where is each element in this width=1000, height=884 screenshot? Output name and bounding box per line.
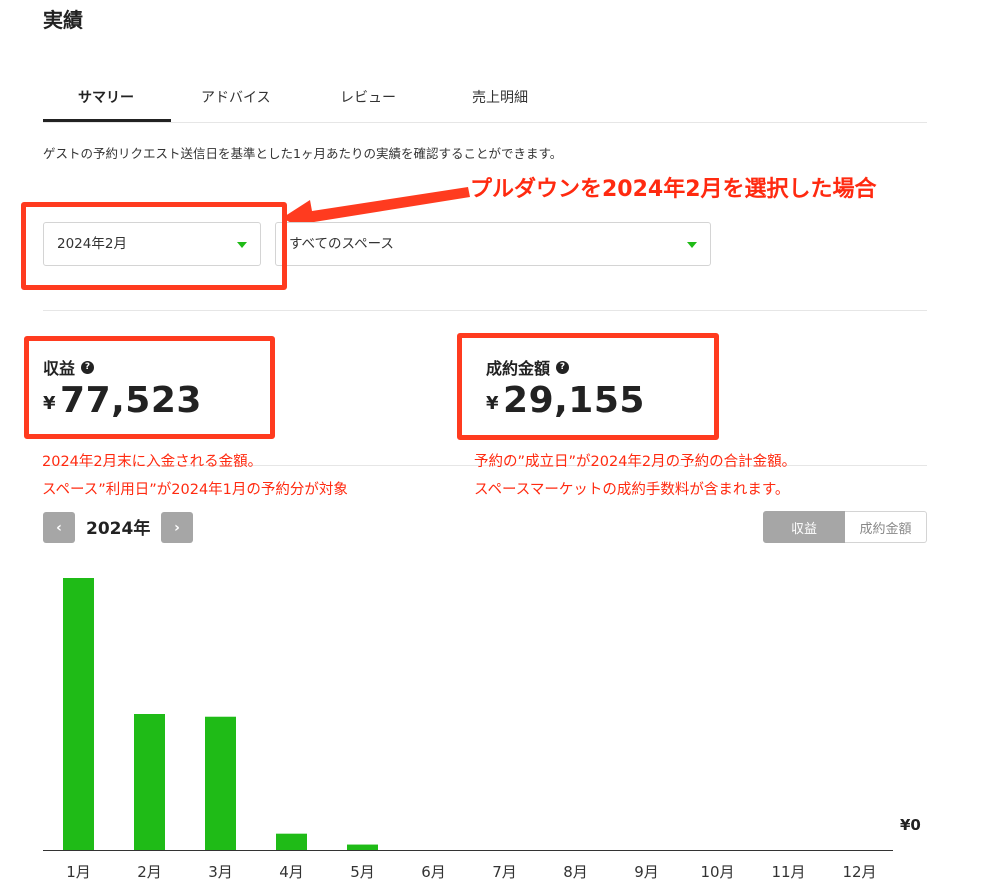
chart-bar-4 [276,833,307,850]
chevron-down-icon [687,242,697,248]
y-baseline-label: ¥0 [900,816,921,834]
tab-bar: サマリー アドバイス レビュー 売上明細 [43,76,927,123]
next-year-button[interactable]: › [161,512,193,543]
tab-advice[interactable]: アドバイス [201,87,271,107]
annotation-highlight-month [21,202,287,290]
active-tab-indicator [43,119,171,122]
x-tick-label: 10月 [700,863,734,881]
chart-bar-1 [63,578,94,850]
space-select[interactable]: すべてのスペース [275,222,711,266]
annotation-highlight-revenue [24,336,275,439]
x-tick-label: 5月 [350,863,375,881]
x-tick-label: 6月 [421,863,446,881]
chevron-right-icon: › [174,519,180,536]
revenue-bar-chart: 1月 2月 3月 4月 5月 6月 7月 8月 9月 10月 11月 12月 ¥0 [43,578,921,881]
space-select-value: すべてのスペース [289,236,394,252]
page-description: ゲストの予約リクエスト送信日を基準とした1ヶ月あたりの実績を確認することができま… [43,146,563,161]
x-tick-label: 12月 [842,863,876,881]
tab-sales-details[interactable]: 売上明細 [472,87,528,107]
annotation-title: プルダウンを2024年2月を選択した場合 [470,177,877,202]
tab-summary[interactable]: サマリー [78,87,134,107]
x-tick-label: 9月 [634,863,659,881]
toggle-contract-amount[interactable]: 成約金額 [845,511,927,543]
annotation-highlight-contract [457,333,719,440]
section-divider [43,310,927,311]
x-tick-label: 1月 [66,863,91,881]
chart-bar-5 [347,844,378,850]
x-tick-label: 11月 [771,863,805,881]
x-tick-label: 8月 [563,863,588,881]
x-tick-label: 7月 [492,863,517,881]
page-title: 実績 [43,8,83,32]
prev-year-button[interactable]: ‹ [43,512,75,543]
x-tick-label: 4月 [279,863,304,881]
annotation-contract-note: 予約の”成立日”が2024年2月の予約の合計金額。 スペースマーケットの成約手数… [474,454,797,498]
chart-bar-2 [134,714,165,850]
x-tick-label: 3月 [208,863,233,881]
chart-bar-3 [205,716,236,850]
toggle-revenue[interactable]: 収益 [763,511,845,543]
tab-review[interactable]: レビュー [340,87,396,107]
annotation-revenue-note: 2024年2月末に入金される金額。 スペース”利用日”が2024年1月の予約分が… [42,454,348,498]
year-label: 2024年 [86,519,151,539]
chevron-left-icon: ‹ [56,519,62,536]
x-tick-label: 2月 [137,863,162,881]
